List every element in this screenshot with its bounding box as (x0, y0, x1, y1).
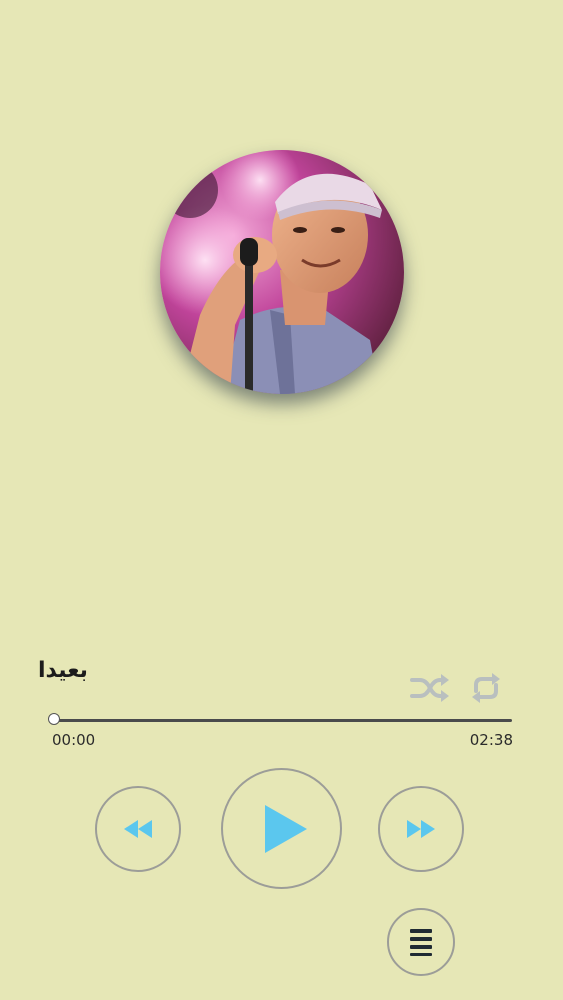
rewind-button[interactable] (95, 786, 181, 872)
repeat-icon (472, 673, 500, 703)
fast-forward-button[interactable] (378, 786, 464, 872)
fast-forward-icon (407, 820, 435, 838)
repeat-button[interactable] (466, 668, 506, 708)
progress-track[interactable] (54, 719, 512, 722)
total-time: 02:38 (469, 731, 513, 749)
shuffle-button[interactable] (410, 668, 450, 708)
play-icon (264, 804, 307, 853)
progress-thumb[interactable] (48, 713, 60, 725)
play-button[interactable] (221, 768, 342, 889)
album-art (160, 150, 404, 394)
rewind-icon (124, 820, 152, 838)
playlist-menu-icon (410, 929, 432, 956)
shuffle-icon (410, 674, 449, 702)
playlist-menu-button[interactable] (387, 908, 455, 976)
current-time: 00:00 (52, 731, 96, 749)
song-title: بعيدا (38, 658, 88, 683)
